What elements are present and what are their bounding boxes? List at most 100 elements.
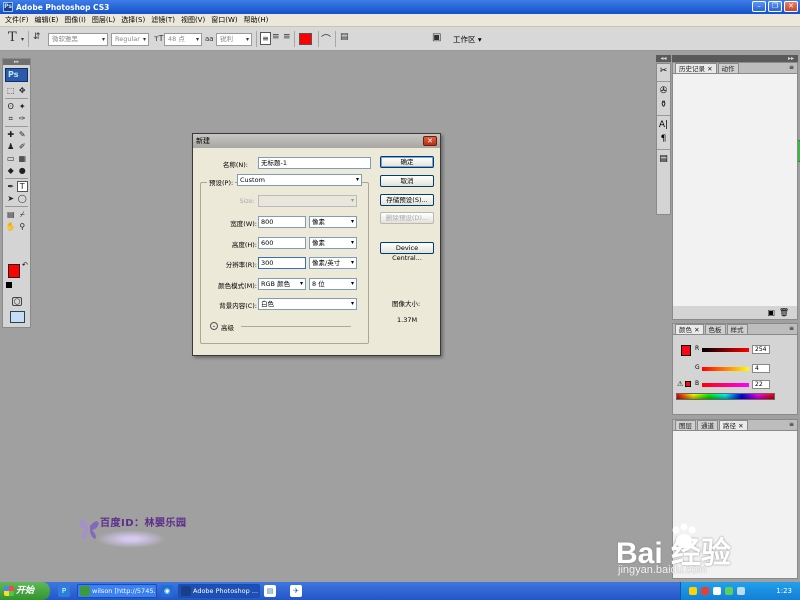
panel-menu-icon[interactable]: ≡ xyxy=(789,421,794,428)
zoom-tool[interactable]: ⚲ xyxy=(17,221,29,232)
quicklaunch-icon[interactable]: P xyxy=(58,585,70,597)
bit-depth-select[interactable]: 8 位 ▾ xyxy=(309,278,357,290)
text-orientation-icon[interactable]: ⇵ xyxy=(33,32,41,42)
menu-filter[interactable]: 滤镜(T) xyxy=(148,15,178,25)
hand-tool[interactable]: ✋ xyxy=(5,221,17,232)
menu-file[interactable]: 文件(F) xyxy=(2,15,32,25)
advanced-label[interactable]: 高级 xyxy=(221,322,234,332)
lasso-tool[interactable]: ʘ xyxy=(5,101,17,112)
app-quick-icon[interactable]: ◉ xyxy=(161,585,173,597)
type-tool-icon[interactable]: T xyxy=(8,30,17,45)
files-icon[interactable]: ▤ xyxy=(264,585,276,597)
swap-colors-icon[interactable]: ↶ xyxy=(22,261,28,269)
layer-comps-icon[interactable]: ▤ xyxy=(657,152,670,166)
menu-edit[interactable]: 编辑(E) xyxy=(32,15,62,25)
save-preset-button[interactable]: 存储预设(S)... xyxy=(380,194,434,206)
toolbox-grip[interactable]: ▸▸ xyxy=(3,59,30,65)
maximize-button[interactable]: ❐ xyxy=(768,1,782,12)
minimize-button[interactable]: – xyxy=(752,1,766,12)
dialog-close-button[interactable]: ✕ xyxy=(423,136,437,146)
pin-icon[interactable]: ✈ xyxy=(290,585,302,597)
quick-mask-icon[interactable]: ◯ xyxy=(12,297,22,306)
blue-slider[interactable] xyxy=(702,383,749,387)
background-contents-select[interactable]: 白色 ▾ xyxy=(258,298,357,310)
menu-help[interactable]: 帮助(H) xyxy=(241,15,272,25)
tool-preset-dropdown-icon[interactable]: ▾ xyxy=(21,36,24,43)
menu-image[interactable]: 图像(I) xyxy=(61,15,89,25)
height-input[interactable]: 600 xyxy=(258,237,306,249)
text-color-swatch[interactable] xyxy=(299,33,312,45)
width-unit-select[interactable]: 像素 ▾ xyxy=(309,216,357,228)
history-list[interactable] xyxy=(673,74,797,306)
tab-color[interactable]: 颜色 ✕ xyxy=(675,324,704,334)
move-tool[interactable]: ✥ xyxy=(17,85,29,96)
workspace-icon[interactable]: ▣ xyxy=(432,32,441,43)
warp-text-icon[interactable]: ⌒ xyxy=(321,31,331,46)
font-size-select[interactable]: 48 点 ▾ xyxy=(164,33,202,46)
green-value[interactable]: 4 xyxy=(752,364,770,373)
panel-dock-collapse[interactable]: ▸▸ xyxy=(672,55,798,62)
tab-paths[interactable]: 路径 ✕ xyxy=(719,420,748,430)
gamut-swatch[interactable] xyxy=(685,381,691,387)
menu-window[interactable]: 窗口(W) xyxy=(208,15,240,25)
eyedropper-tool[interactable]: ⌿ xyxy=(17,209,29,220)
green-slider[interactable] xyxy=(702,367,749,371)
name-input[interactable]: 无标题-1 xyxy=(258,157,371,169)
volume-icon[interactable] xyxy=(737,587,745,595)
preset-select[interactable]: Custom ▾ xyxy=(237,174,362,186)
tray-icon-2[interactable] xyxy=(701,587,709,595)
tray-icon-4[interactable] xyxy=(725,587,733,595)
tab-layers[interactable]: 图层 xyxy=(675,420,696,430)
notes-tool[interactable]: ▤ xyxy=(5,209,17,220)
tray-icon-1[interactable] xyxy=(689,587,697,595)
start-button[interactable]: 开始 xyxy=(0,582,50,600)
red-slider[interactable] xyxy=(702,348,749,352)
menu-view[interactable]: 视图(V) xyxy=(178,15,208,25)
align-left-icon[interactable]: ≡ xyxy=(260,32,271,45)
panel-menu-icon[interactable]: ≡ xyxy=(789,64,794,71)
default-colors-icon[interactable] xyxy=(6,282,12,288)
color-mode-select[interactable]: RGB 颜色 ▾ xyxy=(258,278,306,290)
ok-button[interactable]: 确定 xyxy=(380,156,434,168)
eraser-tool[interactable]: ▭ xyxy=(5,153,17,164)
menu-select[interactable]: 选择(S) xyxy=(118,15,148,25)
width-input[interactable]: 800 xyxy=(258,216,306,228)
panel-menu-icon[interactable]: ≡ xyxy=(789,325,794,332)
magic-wand-tool[interactable]: ✦ xyxy=(17,101,29,112)
workspace-menu[interactable]: 工作区 ▾ xyxy=(453,34,482,45)
healing-tool[interactable]: ✚ xyxy=(5,129,17,140)
cancel-button[interactable]: 取消 xyxy=(380,175,434,187)
height-unit-select[interactable]: 像素 ▾ xyxy=(309,237,357,249)
shape-tool[interactable]: ◯ xyxy=(17,193,29,204)
marquee-tool[interactable]: ⬚ xyxy=(5,85,17,96)
anti-alias-select[interactable]: 锐利 ▾ xyxy=(216,33,252,46)
tray-icon-3[interactable] xyxy=(713,587,721,595)
history-brush-tool[interactable]: ✐ xyxy=(17,141,29,152)
color-spectrum-bar[interactable] xyxy=(676,393,775,400)
blur-tool[interactable]: ◆ xyxy=(5,165,17,176)
gradient-tool[interactable]: ▦ xyxy=(17,153,29,164)
navigator-icon[interactable]: ✂ xyxy=(657,64,670,78)
red-value[interactable]: 254 xyxy=(752,345,770,354)
gamut-warning-icon[interactable]: ⚠ xyxy=(677,380,683,388)
resolution-input[interactable]: 300 xyxy=(258,257,306,269)
align-center-icon[interactable]: ≡ xyxy=(272,32,280,42)
tab-history[interactable]: 历史记录 ✕ xyxy=(675,63,717,73)
screen-mode-icon[interactable] xyxy=(10,311,25,323)
slice-tool[interactable]: ✑ xyxy=(17,113,29,124)
close-button[interactable]: ✕ xyxy=(784,1,798,12)
font-family-select[interactable]: 微软雅黑 ▾ xyxy=(48,33,108,46)
stamp-tool[interactable]: ♟ xyxy=(5,141,17,152)
brushes-icon[interactable]: ✇ xyxy=(657,84,670,98)
paragraph-icon[interactable]: ¶ xyxy=(657,132,670,146)
pen-tool[interactable]: ✒ xyxy=(5,181,17,192)
dialog-title-bar[interactable]: 新建 ✕ xyxy=(193,134,440,148)
character-panel-icon[interactable]: ▤ xyxy=(340,32,349,42)
new-document-icon[interactable]: ▣ xyxy=(767,308,775,317)
foreground-color-swatch[interactable] xyxy=(8,264,20,278)
clone-source-icon[interactable]: ⚱ xyxy=(657,98,670,112)
menu-layer[interactable]: 图层(L) xyxy=(89,15,118,25)
align-right-icon[interactable]: ≡ xyxy=(283,32,291,42)
tab-actions[interactable]: 动作 xyxy=(717,63,739,73)
path-select-tool[interactable]: ➤ xyxy=(5,193,17,204)
